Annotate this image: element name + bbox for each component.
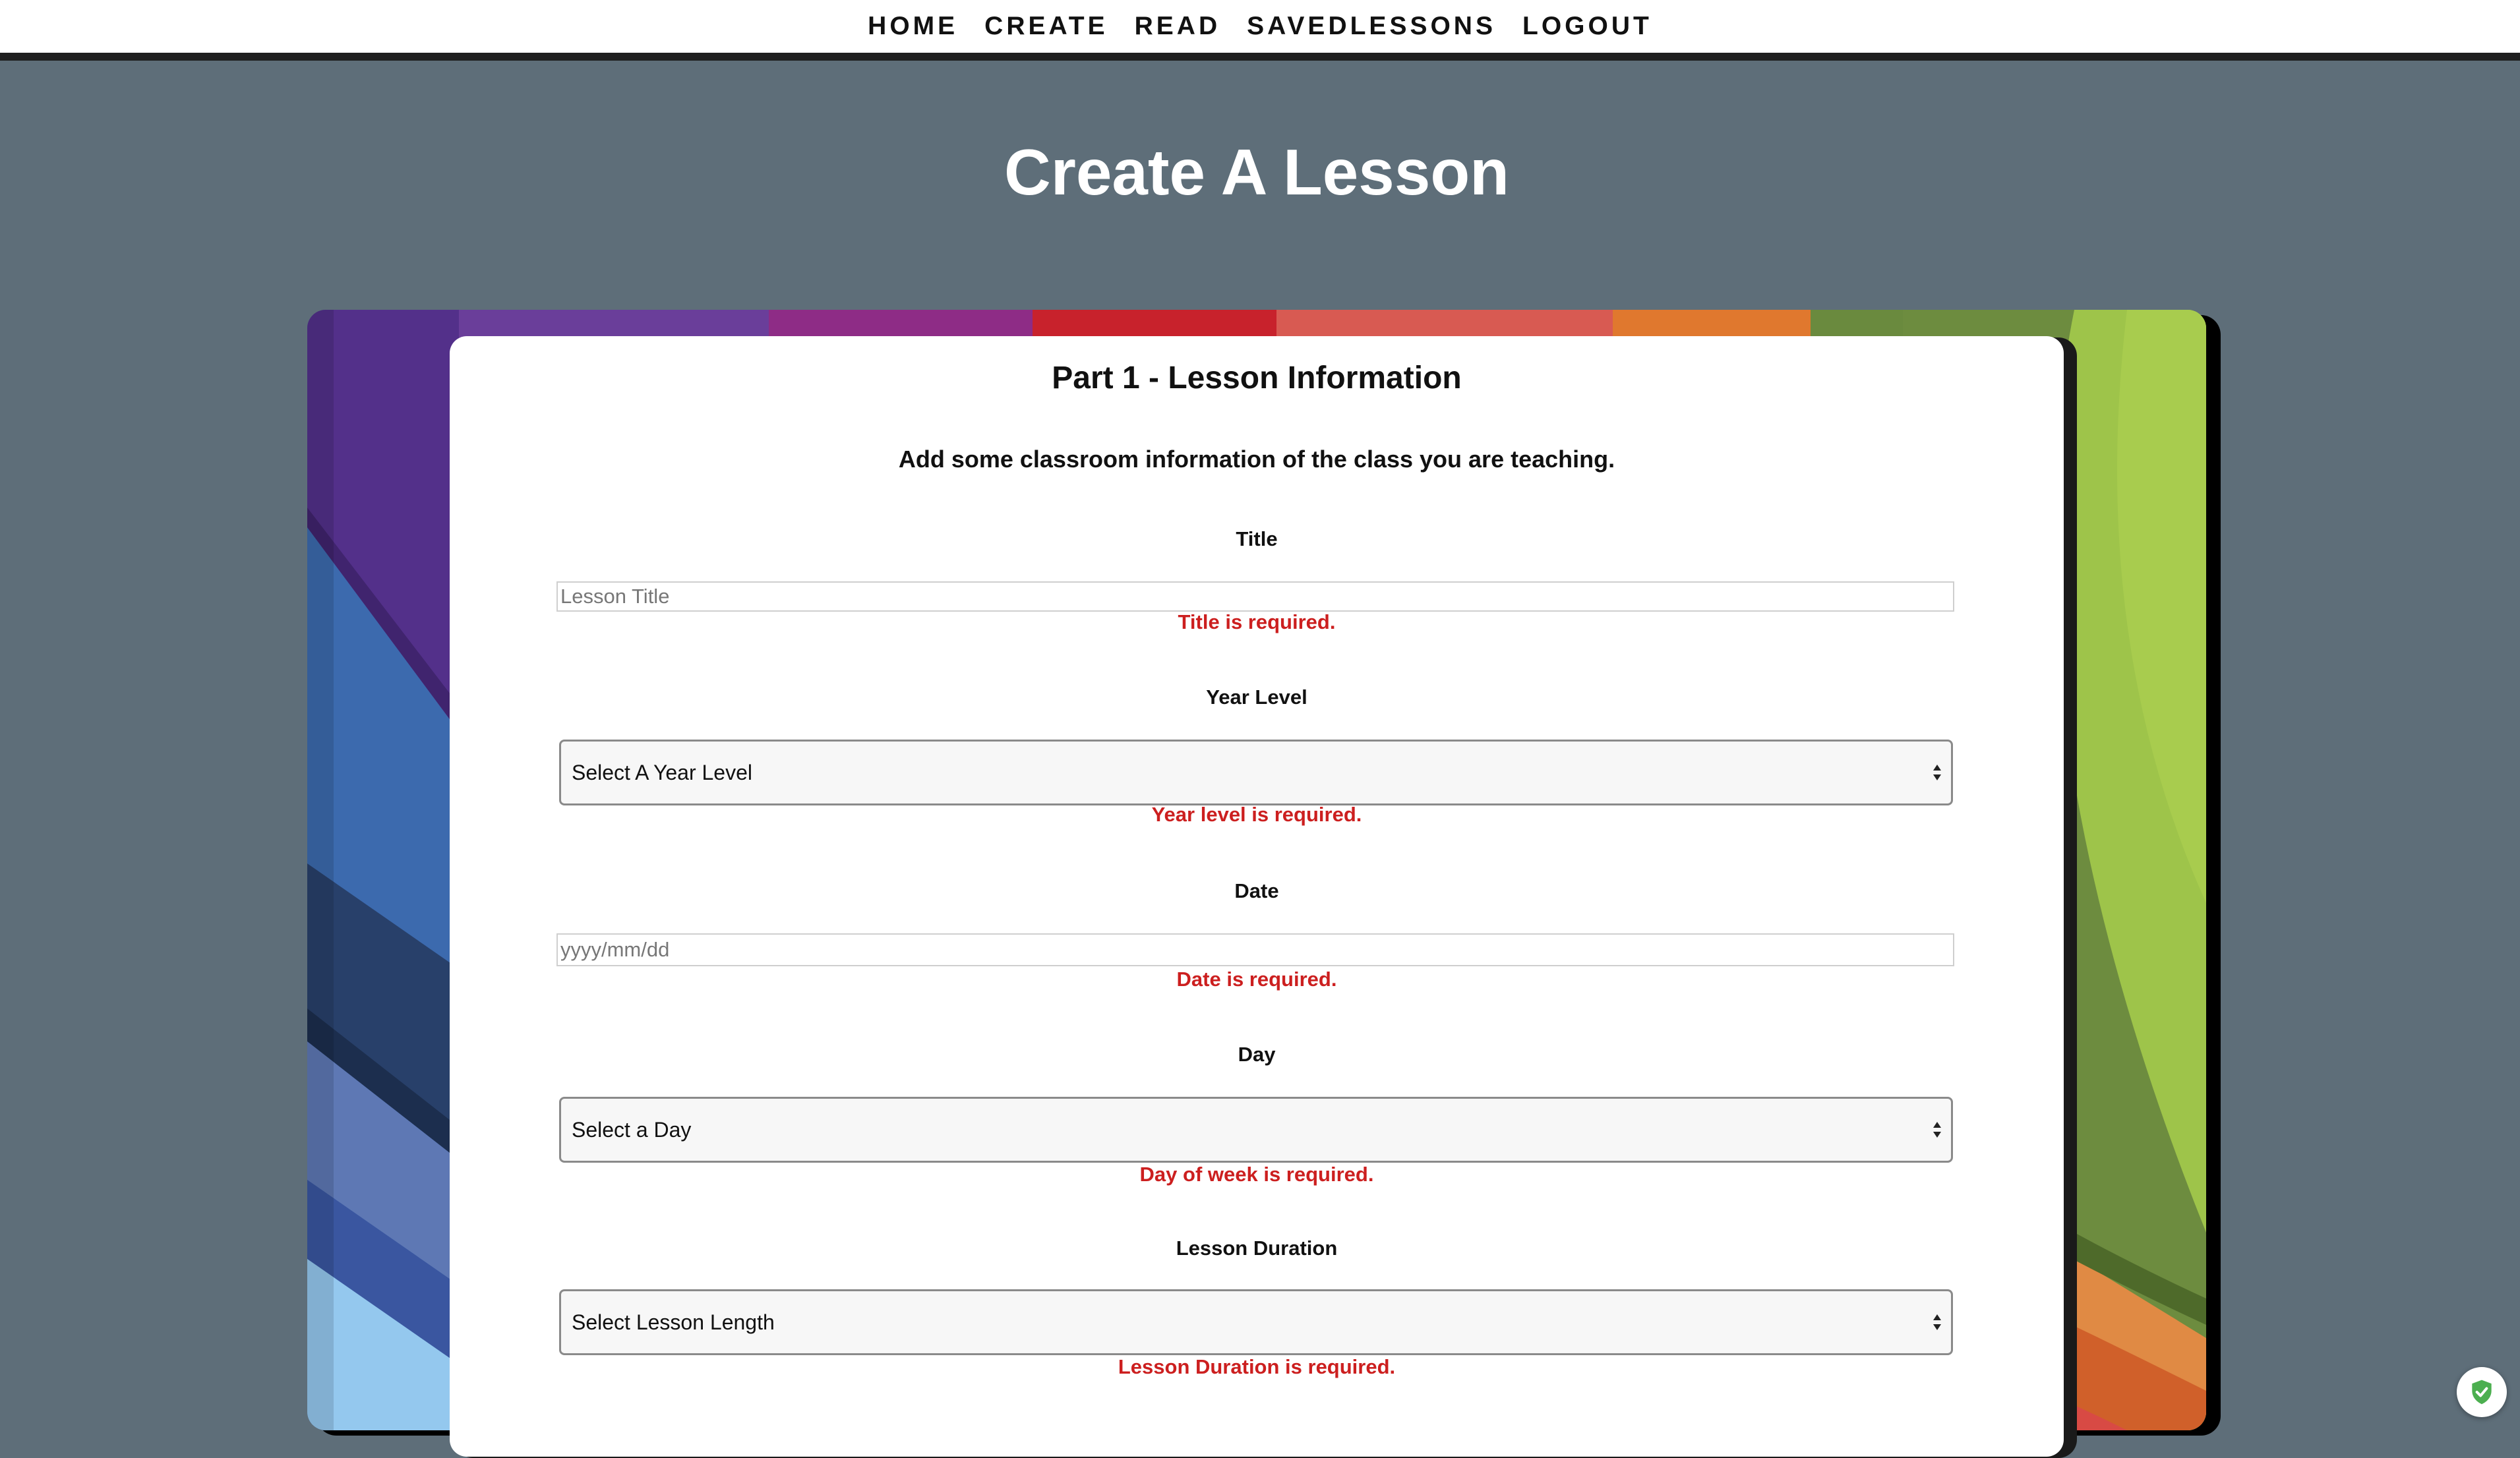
duration-select[interactable]: Select Lesson Length	[559, 1289, 1953, 1355]
day-error: Day of week is required.	[1139, 1163, 1374, 1186]
year-level-selected-value: Select A Year Level	[572, 760, 752, 784]
day-select[interactable]: Select a Day	[559, 1097, 1953, 1163]
title-error: Title is required.	[1178, 610, 1336, 633]
duration-selected-value: Select Lesson Length	[572, 1310, 775, 1334]
year-level-label: Year Level	[1206, 685, 1307, 709]
top-navbar: HOME CREATE READ SAVEDLESSONS LOGOUT	[0, 0, 2520, 61]
form-heading: Part 1 - Lesson Information	[1052, 361, 1462, 395]
year-level-error: Year level is required.	[1151, 803, 1362, 826]
lesson-info-form: Part 1 - Lesson Information Add some cla…	[450, 336, 2064, 1457]
nav-create-link[interactable]: CREATE	[984, 12, 1108, 41]
select-arrows-icon	[1933, 1122, 1941, 1138]
select-arrows-icon	[1933, 765, 1941, 780]
day-selected-value: Select a Day	[572, 1117, 692, 1142]
year-level-select[interactable]: Select A Year Level	[559, 740, 1953, 805]
title-input[interactable]	[556, 581, 1954, 612]
shield-check-icon	[2472, 1380, 2492, 1405]
form-subheading: Add some classroom information of the cl…	[898, 446, 1615, 473]
duration-error: Lesson Duration is required.	[1118, 1355, 1396, 1378]
nav-saved-lessons-link[interactable]: SAVEDLESSONS	[1247, 12, 1496, 41]
day-label: Day	[1238, 1043, 1276, 1066]
date-error: Date is required.	[1176, 968, 1337, 991]
nav-read-link[interactable]: READ	[1135, 12, 1221, 41]
date-input[interactable]	[556, 933, 1954, 966]
security-badge-button[interactable]	[2457, 1367, 2507, 1417]
duration-label: Lesson Duration	[1176, 1237, 1338, 1260]
page-title: Create A Lesson	[1004, 136, 1510, 208]
title-label: Title	[1236, 527, 1278, 550]
date-label: Date	[1234, 879, 1279, 902]
select-arrows-icon	[1933, 1314, 1941, 1330]
nav-logout-link[interactable]: LOGOUT	[1522, 12, 1652, 41]
nav-home-link[interactable]: HOME	[868, 12, 958, 41]
